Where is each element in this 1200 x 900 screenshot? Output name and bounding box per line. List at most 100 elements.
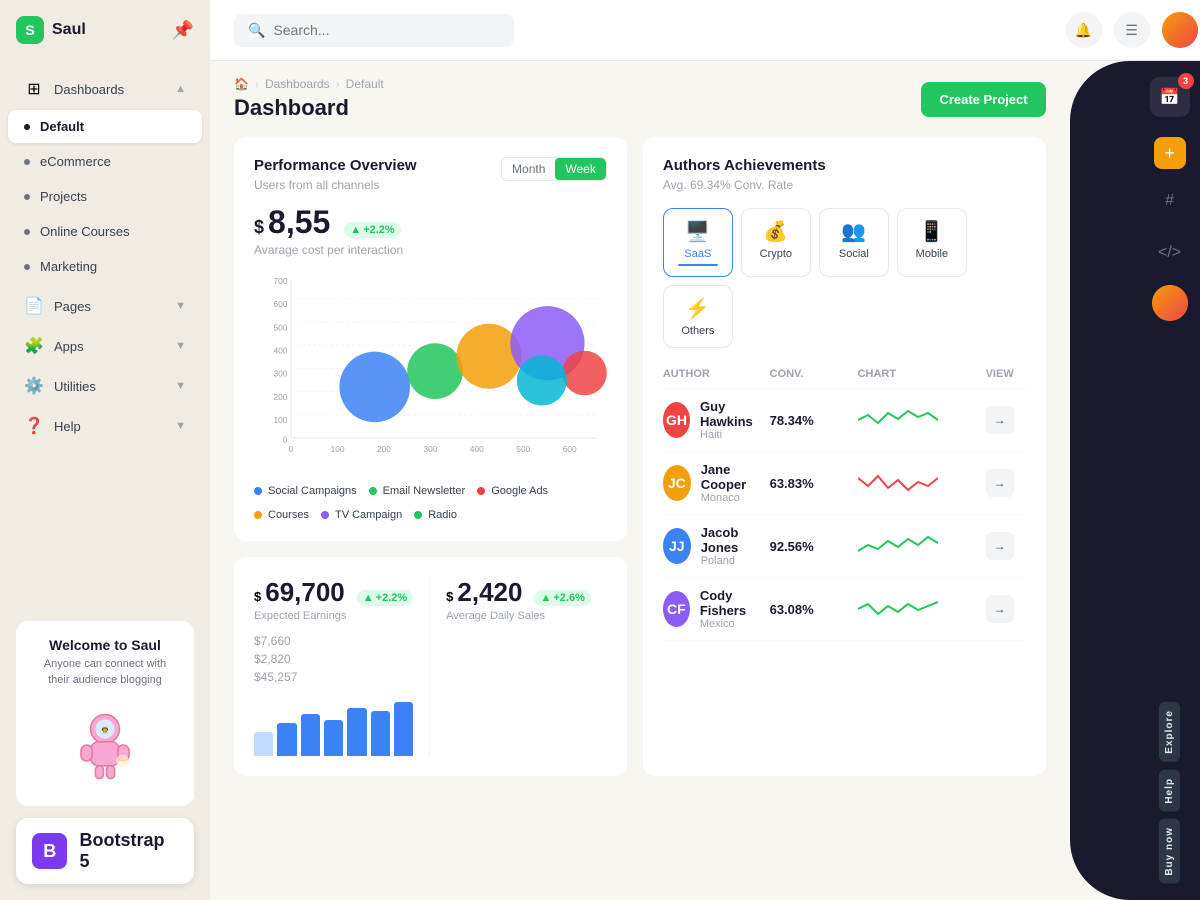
- chevron-icon-pages: ▼: [175, 300, 186, 312]
- svg-text:100: 100: [331, 444, 345, 454]
- sidebar-label-apps: Apps: [54, 339, 84, 354]
- table-row: GH Guy Hawkins Haiti 78.34% →: [663, 389, 1026, 452]
- sidebar-label-help: Help: [54, 419, 81, 434]
- legend-dot-social: [254, 487, 262, 495]
- breadcrumb: 🏠 › Dashboards › Default: [234, 77, 384, 91]
- metric-badge: ▲ +2.2%: [344, 222, 400, 238]
- create-project-button[interactable]: Create Project: [921, 82, 1045, 117]
- sidebar-item-apps[interactable]: 🧩 Apps ▼: [8, 327, 202, 365]
- header-author: AUTHOR: [663, 368, 762, 380]
- tab-saas[interactable]: 🖥️ SaaS: [663, 208, 733, 277]
- sidebar-label-pages: Pages: [54, 299, 91, 314]
- conv-rate-guy: 78.34%: [770, 413, 850, 428]
- code-btn[interactable]: </>: [1150, 233, 1190, 273]
- svg-text:200: 200: [274, 392, 288, 402]
- search-input[interactable]: [273, 22, 500, 38]
- app-name: Saul: [52, 21, 86, 39]
- sidebar-item-marketing[interactable]: Marketing: [8, 250, 202, 283]
- sidebar-item-online-courses[interactable]: Online Courses: [8, 215, 202, 248]
- tab-mobile[interactable]: 📱 Mobile: [897, 208, 967, 277]
- breadcrumb-home-icon: 🏠: [234, 77, 249, 91]
- view-btn-jacob[interactable]: →: [986, 532, 1014, 560]
- avatar-guy: GH: [663, 402, 690, 438]
- author-location-jane: Monaco: [701, 492, 762, 504]
- explore-label[interactable]: Explore: [1159, 702, 1180, 762]
- arrow-up-icon: ▲: [350, 224, 361, 236]
- social-icon: 👥: [841, 219, 866, 244]
- author-info-jane: JC Jane Cooper Monaco: [663, 462, 762, 504]
- table-row: JC Jane Cooper Monaco 63.83% →: [663, 452, 1026, 515]
- svg-text:0: 0: [283, 435, 288, 445]
- saas-underline: [678, 264, 718, 266]
- welcome-subtitle: Anyone can connect with their audience b…: [32, 657, 178, 688]
- sidebar-item-pages[interactable]: 📄 Pages ▼: [8, 287, 202, 325]
- svg-text:300: 300: [274, 369, 288, 379]
- spark-chart-guy: [858, 405, 938, 435]
- month-btn[interactable]: Month: [502, 158, 555, 180]
- sidebar-item-default[interactable]: Default: [8, 110, 202, 143]
- stat-label-earnings: Expected Earnings: [254, 610, 413, 622]
- avatar-top[interactable]: [1152, 285, 1188, 321]
- week-btn[interactable]: Week: [555, 158, 605, 180]
- svg-text:300: 300: [423, 444, 437, 454]
- metric-badge-value: +2.2%: [363, 224, 395, 236]
- chart-legend: Social Campaigns Email Newsletter Google…: [254, 485, 607, 521]
- user-avatar[interactable]: [1162, 12, 1198, 48]
- bootstrap-badge: B Bootstrap 5: [16, 818, 194, 884]
- help-label[interactable]: Help: [1159, 770, 1180, 812]
- saas-label: SaaS: [684, 248, 711, 260]
- bubble-chart: 700 600 500 400 300 200 100 0 0 100 200: [254, 273, 607, 473]
- sidebar-label-online-courses: Online Courses: [40, 224, 130, 239]
- legend-label-courses: Courses: [268, 509, 309, 521]
- search-box[interactable]: 🔍: [234, 14, 514, 47]
- author-details-cody: Cody Fishers Mexico: [700, 588, 762, 630]
- period-toggle[interactable]: Month Week: [501, 157, 607, 181]
- sidebar-item-utilities[interactable]: ⚙️ Utilities ▼: [8, 367, 202, 405]
- legend-item-radio: Radio: [414, 509, 457, 521]
- buy-label[interactable]: Buy now: [1159, 819, 1180, 884]
- utilities-icon: ⚙️: [24, 376, 44, 396]
- category-tabs: 🖥️ SaaS 💰 Crypto 👥 Social: [663, 208, 1026, 348]
- stat-amount-1: $2,820: [254, 652, 413, 666]
- view-btn-jane[interactable]: →: [986, 469, 1014, 497]
- stat-value-row: $ 69,700 ▲ +2.2%: [254, 577, 413, 608]
- legend-item-social: Social Campaigns: [254, 485, 357, 497]
- performance-header: Performance Overview Users from all chan…: [254, 157, 607, 192]
- breadcrumb-current: Default: [346, 77, 384, 91]
- notifications-btn[interactable]: 🔔: [1066, 12, 1102, 48]
- sidebar-nav: ⊞ Dashboards ▲ Default eCommerce: [0, 60, 210, 605]
- metric-label: Avarage cost per interaction: [254, 243, 607, 257]
- sidebar-item-projects[interactable]: Projects: [8, 180, 202, 213]
- pin-icon[interactable]: 📌: [172, 20, 194, 41]
- legend-item-email: Email Newsletter: [369, 485, 466, 497]
- sidebar-label-projects: Projects: [40, 189, 87, 204]
- conv-rate-jacob: 92.56%: [770, 539, 850, 554]
- tab-others[interactable]: ⚡ Others: [663, 285, 733, 348]
- performance-title: Performance Overview: [254, 157, 417, 174]
- view-btn-cody[interactable]: →: [986, 595, 1014, 623]
- spark-chart-cody: [858, 594, 938, 624]
- header-conv: CONV.: [770, 368, 850, 380]
- author-info-jacob: JJ Jacob Jones Poland: [663, 525, 762, 567]
- performance-subtitle: Users from all channels: [254, 178, 417, 192]
- chevron-icon-help: ▼: [175, 420, 186, 432]
- legend-item-tv: TV Campaign: [321, 509, 402, 521]
- add-btn[interactable]: +: [1154, 137, 1186, 169]
- tab-crypto[interactable]: 💰 Crypto: [741, 208, 811, 277]
- breadcrumb-parent[interactable]: Dashboards: [265, 77, 330, 91]
- authors-card: Authors Achievements Avg. 69.34% Conv. R…: [643, 137, 1046, 776]
- legend-label-radio: Radio: [428, 509, 457, 521]
- hash-btn[interactable]: #: [1150, 181, 1190, 221]
- view-btn-guy[interactable]: →: [986, 406, 1014, 434]
- author-name-cody: Cody Fishers: [700, 588, 762, 618]
- sidebar-item-help[interactable]: ❓ Help ▼: [8, 407, 202, 445]
- mobile-label: Mobile: [916, 248, 948, 260]
- sidebar-item-dashboards[interactable]: ⊞ Dashboards ▲: [8, 70, 202, 108]
- stat-amount-0: $7,660: [254, 634, 413, 648]
- others-label: Others: [681, 325, 714, 337]
- sidebar-item-ecommerce[interactable]: eCommerce: [8, 145, 202, 178]
- menu-btn[interactable]: ☰: [1114, 12, 1150, 48]
- tab-social[interactable]: 👥 Social: [819, 208, 889, 277]
- chevron-icon-apps: ▼: [175, 340, 186, 352]
- page-header: 🏠 › Dashboards › Default Dashboard Creat…: [210, 61, 1070, 129]
